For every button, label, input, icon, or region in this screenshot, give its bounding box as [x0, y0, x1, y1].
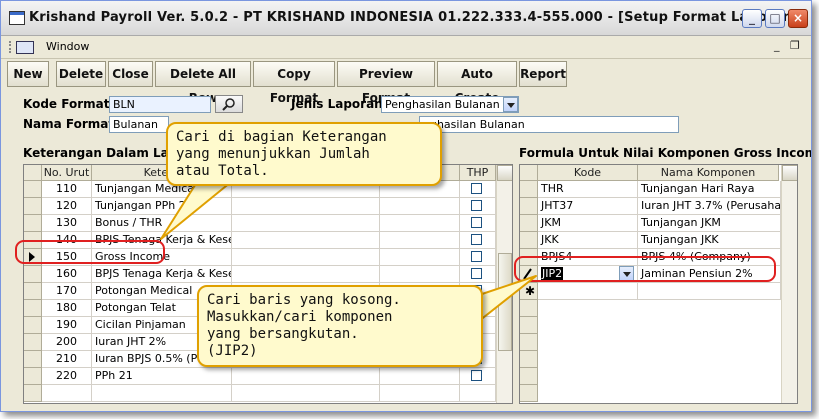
callout-find-total: Cari di bagian Keterangan yang menunjukk… — [166, 122, 442, 186]
main-window: Krishand Payroll Ver. 5.0.2 - PT KRISHAN… — [0, 0, 812, 412]
callout-find-empty-row: Cari baris yang kosong. Masukkan/cari ko… — [197, 285, 483, 367]
